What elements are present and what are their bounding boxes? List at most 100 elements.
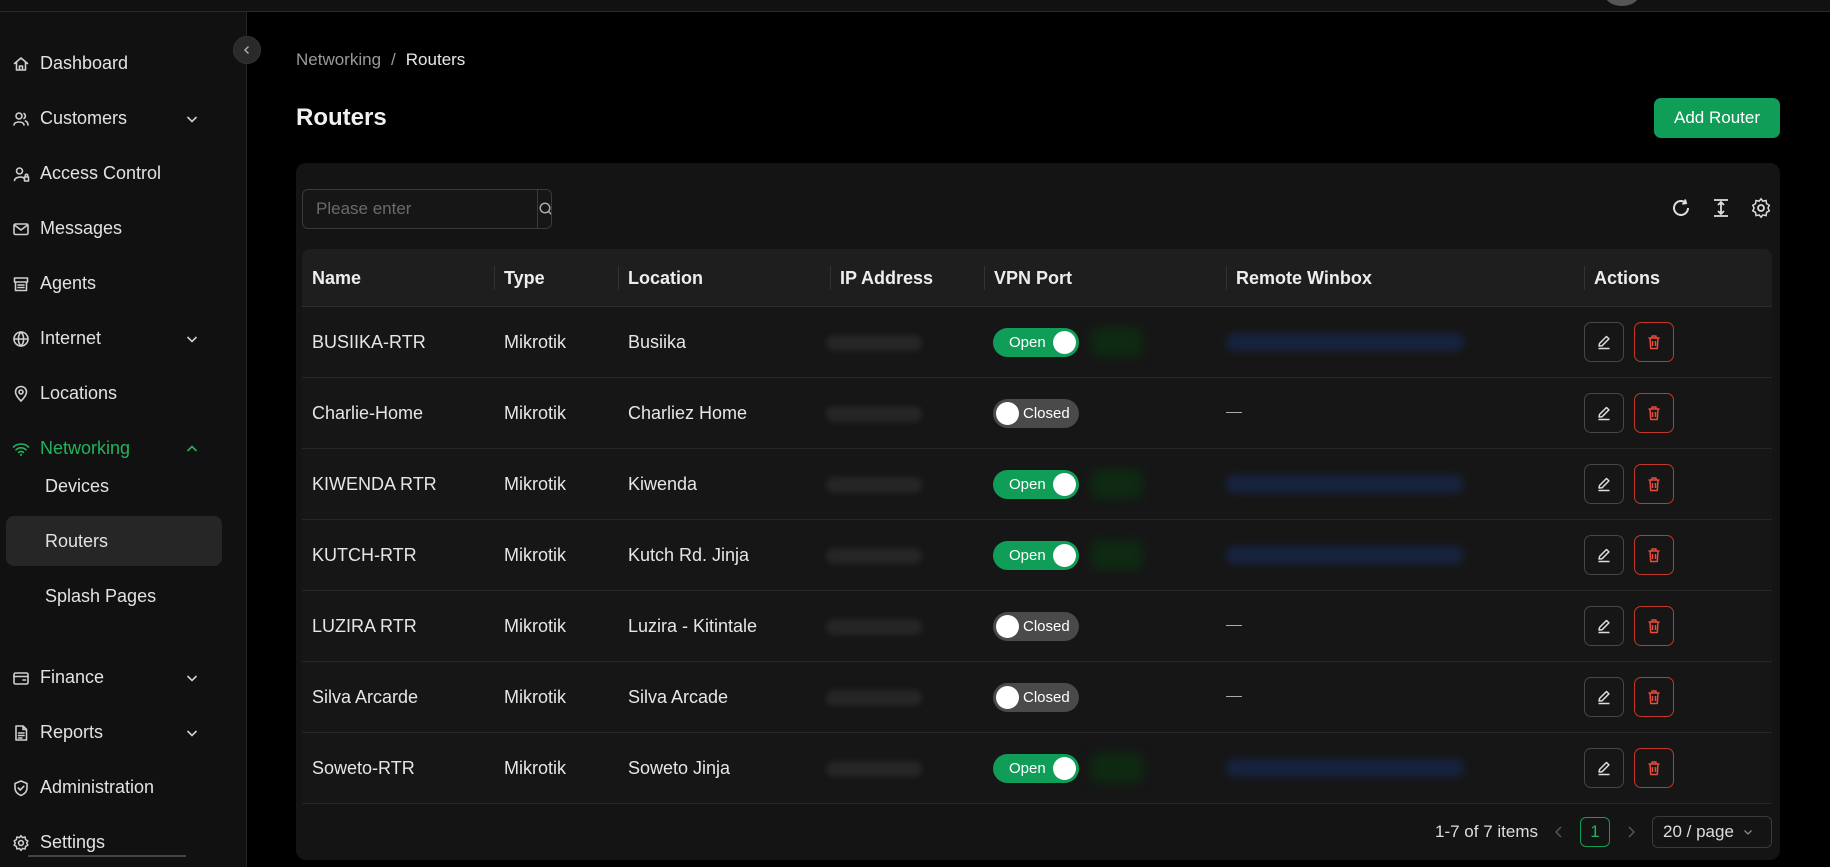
breadcrumb: Networking / Routers bbox=[296, 50, 465, 70]
edit-router-button[interactable] bbox=[1584, 393, 1624, 433]
sidebar-scrollbar[interactable] bbox=[28, 855, 186, 857]
sidebar-item-administration[interactable]: Administration bbox=[0, 767, 247, 807]
search-button[interactable] bbox=[537, 190, 551, 228]
sidebar-item-label: Networking bbox=[40, 437, 131, 458]
sidebar-item-agents[interactable]: Agents bbox=[0, 263, 247, 303]
sidebar-subitem-devices[interactable]: Devices bbox=[6, 461, 222, 511]
sidebar-item-locations[interactable]: Locations bbox=[0, 373, 247, 413]
delete-router-button[interactable] bbox=[1634, 322, 1674, 362]
page-1-button[interactable]: 1 bbox=[1580, 817, 1610, 847]
sidebar-subitem-routers[interactable]: Routers bbox=[6, 516, 222, 566]
page-size-select[interactable]: 20 / page bbox=[1652, 816, 1772, 848]
router-name: KIWENDA RTR bbox=[312, 474, 437, 494]
remote-winbox-link[interactable] bbox=[1226, 475, 1464, 493]
toggle-knob bbox=[1053, 544, 1076, 567]
vpn-port-toggle[interactable]: Closed bbox=[993, 683, 1079, 712]
router-name: Soweto-RTR bbox=[312, 758, 415, 778]
remote-winbox-link[interactable] bbox=[1226, 546, 1464, 564]
next-page-icon[interactable] bbox=[1622, 823, 1640, 841]
sidebar-item-label: Finance bbox=[40, 666, 105, 687]
sidebar-collapse-button[interactable] bbox=[233, 36, 261, 64]
ip-address-redacted bbox=[826, 690, 922, 706]
sidebar-item-internet[interactable]: Internet bbox=[0, 318, 247, 358]
toggle-knob bbox=[1053, 757, 1076, 780]
vpn-port-status: Closed bbox=[1023, 689, 1070, 706]
edit-router-button[interactable] bbox=[1584, 677, 1624, 717]
table-row: KIWENDA RTR Mikrotik Kiwenda Open bbox=[302, 449, 1772, 520]
vpn-port-toggle[interactable]: Closed bbox=[993, 399, 1079, 428]
toggle-knob bbox=[1053, 473, 1076, 496]
sidebar-item-label: Dashboard bbox=[40, 52, 129, 73]
remote-winbox-empty bbox=[1226, 696, 1242, 697]
ip-address-redacted bbox=[826, 619, 922, 635]
remote-winbox-link[interactable] bbox=[1226, 759, 1464, 777]
refresh-icon[interactable] bbox=[1670, 197, 1692, 219]
column-header-name[interactable]: Name bbox=[302, 249, 494, 307]
column-header-remote-winbox[interactable]: Remote Winbox bbox=[1226, 249, 1584, 307]
routers-table: Name Type Location IP Address VPN Port Remote… bbox=[302, 249, 1772, 804]
sidebar-item-access-control[interactable]: Access Control bbox=[0, 153, 247, 193]
vpn-port-toggle[interactable]: Open bbox=[993, 754, 1079, 783]
vpn-port-toggle[interactable]: Closed bbox=[993, 612, 1079, 641]
search-input[interactable] bbox=[303, 190, 537, 228]
trash-icon bbox=[1648, 548, 1660, 563]
column-header-type[interactable]: Type bbox=[494, 249, 618, 307]
sidebar-item-customers[interactable]: Customers bbox=[0, 98, 247, 138]
wifi-icon bbox=[12, 443, 30, 456]
vpn-port-toggle[interactable]: Open bbox=[993, 541, 1079, 570]
delete-router-button[interactable] bbox=[1634, 535, 1674, 575]
map-pin-icon bbox=[14, 385, 28, 402]
chevron-left-icon bbox=[243, 45, 250, 55]
edit-router-button[interactable] bbox=[1584, 748, 1624, 788]
column-header-ip-address[interactable]: IP Address bbox=[830, 249, 984, 307]
report-icon bbox=[15, 725, 28, 741]
ip-address-redacted bbox=[826, 761, 922, 777]
vpn-port-status: Closed bbox=[1023, 405, 1070, 422]
delete-router-button[interactable] bbox=[1634, 393, 1674, 433]
globe-icon bbox=[13, 331, 29, 347]
sidebar-item-finance[interactable]: Finance bbox=[0, 657, 247, 697]
add-router-button[interactable]: Add Router bbox=[1654, 98, 1780, 138]
remote-winbox-link[interactable] bbox=[1226, 333, 1464, 351]
delete-router-button[interactable] bbox=[1634, 464, 1674, 504]
column-settings-gear-icon[interactable] bbox=[1750, 197, 1772, 219]
table-row: Silva Arcarde Mikrotik Silva Arcade Clos… bbox=[302, 662, 1772, 733]
edit-router-button[interactable] bbox=[1584, 606, 1624, 646]
sidebar-item-dashboard[interactable]: Dashboard bbox=[0, 43, 247, 83]
edit-router-button[interactable] bbox=[1584, 322, 1624, 362]
column-header-actions[interactable]: Actions bbox=[1584, 249, 1772, 307]
column-header-vpn-port[interactable]: VPN Port bbox=[984, 249, 1226, 307]
table-row: Soweto-RTR Mikrotik Soweto Jinja Open bbox=[302, 733, 1772, 804]
router-location: Luzira - Kitintale bbox=[628, 616, 758, 636]
vpn-port-toggle[interactable]: Open bbox=[993, 470, 1079, 499]
delete-router-button[interactable] bbox=[1634, 748, 1674, 788]
edit-router-button[interactable] bbox=[1584, 464, 1624, 504]
row-height-icon[interactable] bbox=[1710, 197, 1732, 219]
edit-router-button[interactable] bbox=[1584, 535, 1624, 575]
router-name: BUSIIKA-RTR bbox=[312, 332, 426, 352]
shield-icon bbox=[14, 780, 28, 797]
vpn-port-redacted bbox=[1091, 753, 1143, 783]
trash-icon bbox=[1648, 477, 1660, 492]
ip-address-redacted bbox=[826, 406, 922, 422]
table-row: BUSIIKA-RTR Mikrotik Busiika Open bbox=[302, 307, 1772, 378]
breadcrumb-parent[interactable]: Networking bbox=[296, 50, 381, 70]
delete-router-button[interactable] bbox=[1634, 677, 1674, 717]
sidebar-item-label: Internet bbox=[40, 327, 102, 348]
sidebar-subitem-splash-pages[interactable]: Splash Pages bbox=[6, 571, 222, 621]
delete-router-button[interactable] bbox=[1634, 606, 1674, 646]
column-header-location[interactable]: Location bbox=[618, 249, 830, 307]
toggle-knob bbox=[996, 402, 1019, 425]
search-box bbox=[302, 189, 552, 229]
sidebar-item-messages[interactable]: Messages bbox=[0, 208, 247, 248]
sidebar-subitem-label: Routers bbox=[45, 530, 109, 551]
router-type: Mikrotik bbox=[504, 332, 566, 352]
chevron-down-icon bbox=[186, 336, 198, 343]
vpn-port-toggle[interactable]: Open bbox=[993, 328, 1079, 357]
avatar[interactable] bbox=[1604, 0, 1640, 6]
sidebar-item-label: Messages bbox=[40, 217, 123, 238]
edit-pencil-icon bbox=[1598, 335, 1610, 350]
sidebar-item-reports[interactable]: Reports bbox=[0, 712, 247, 752]
prev-page-icon[interactable] bbox=[1550, 823, 1568, 841]
router-type: Mikrotik bbox=[504, 687, 566, 707]
